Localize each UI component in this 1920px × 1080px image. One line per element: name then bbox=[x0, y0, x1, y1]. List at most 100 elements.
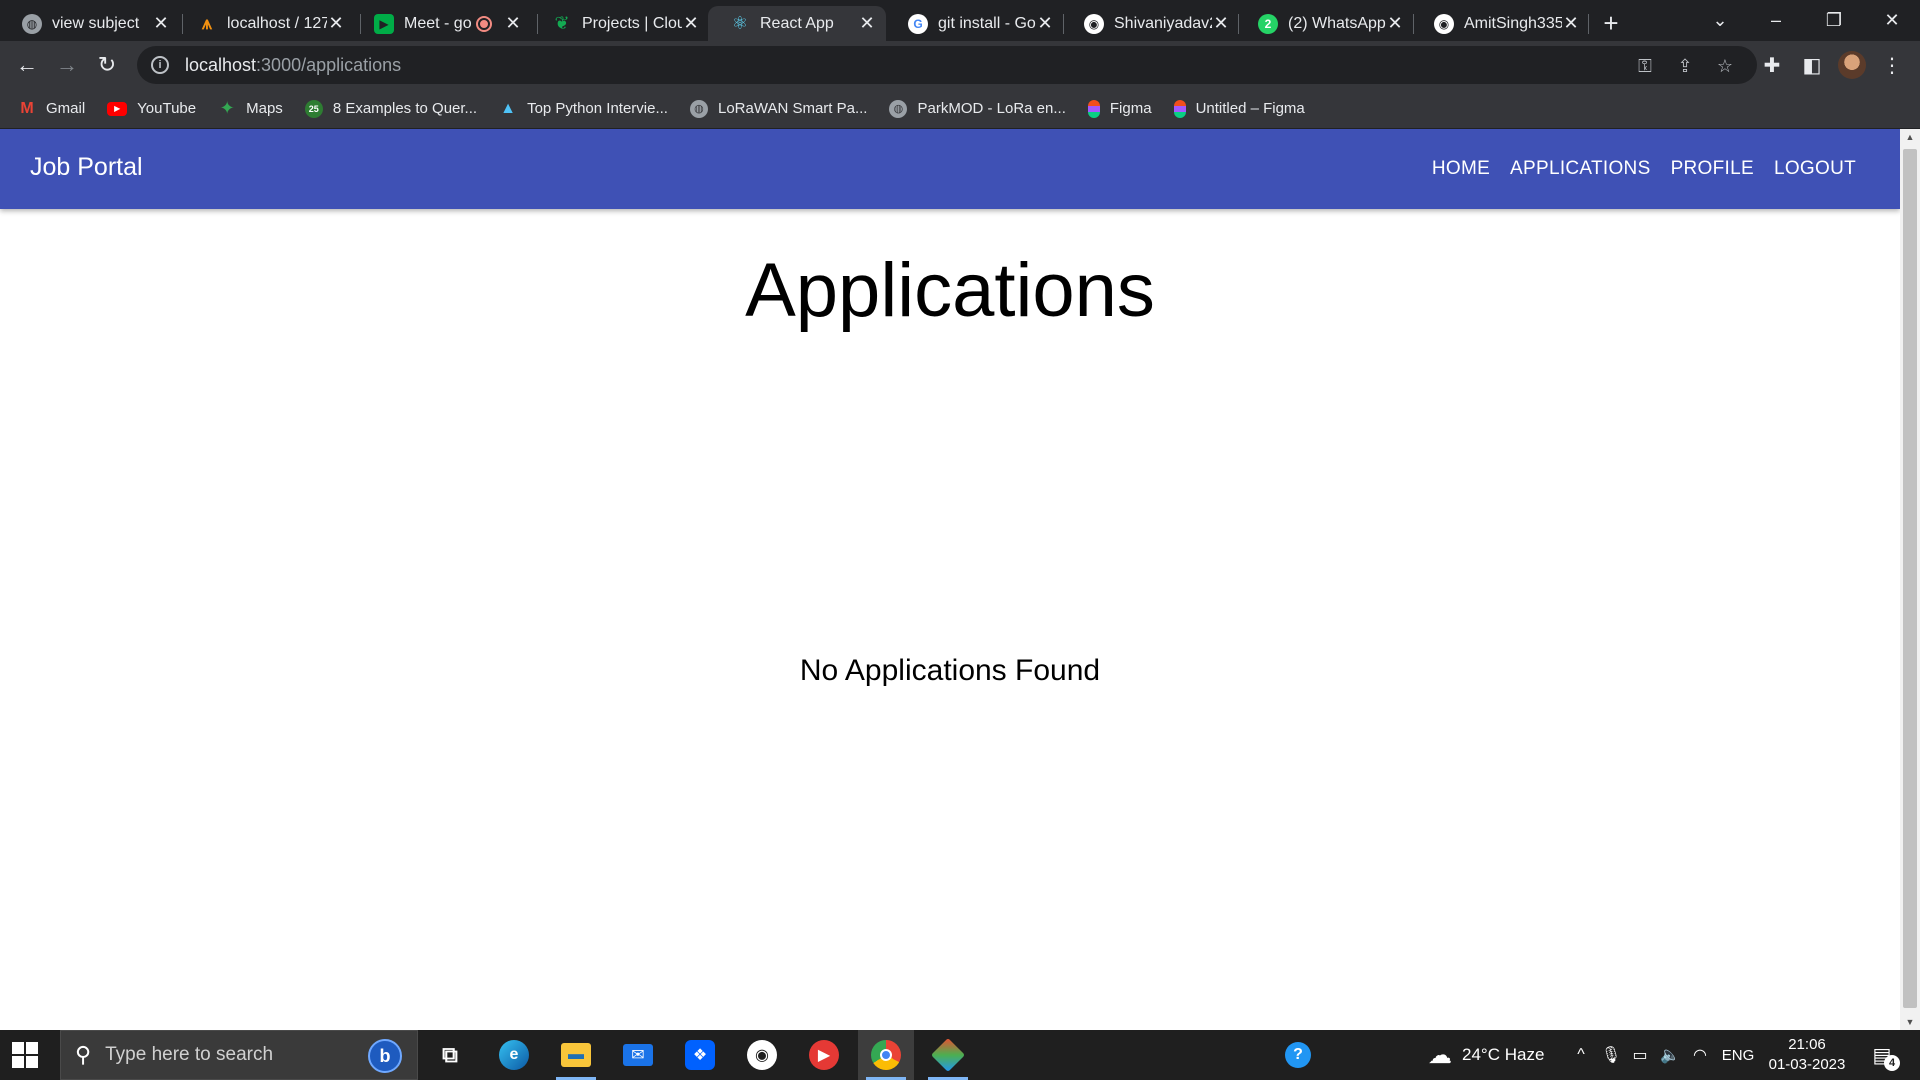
tab-title: localhost / 127 bbox=[227, 14, 327, 32]
browser-tab[interactable]: G git install - Go ✕ bbox=[886, 6, 1064, 41]
tab-title: git install - Go bbox=[938, 14, 1036, 32]
close-icon[interactable]: ✕ bbox=[504, 13, 522, 34]
browser-tab[interactable]: ◍ view subject ✕ bbox=[0, 6, 180, 41]
site-info-icon[interactable]: i bbox=[151, 56, 169, 74]
bookmark-label: Gmail bbox=[46, 100, 86, 117]
bookmark-gmail[interactable]: M Gmail bbox=[18, 100, 85, 118]
close-icon[interactable]: ✕ bbox=[1036, 13, 1054, 34]
reload-button[interactable]: ↻ bbox=[91, 49, 123, 81]
browser-tab-active[interactable]: ⚛ React App ✕ bbox=[708, 6, 886, 41]
help-icon[interactable]: ? bbox=[1278, 1030, 1318, 1080]
bookmark-label: Figma bbox=[1109, 100, 1152, 117]
close-icon[interactable]: ✕ bbox=[682, 13, 700, 34]
tab-title: (2) WhatsApp bbox=[1288, 14, 1386, 32]
taskbar-git[interactable] bbox=[920, 1030, 976, 1080]
profile-avatar[interactable] bbox=[1838, 51, 1866, 79]
weather-text[interactable]: 24°C Haze bbox=[1462, 1030, 1562, 1080]
taskbar-mail[interactable]: ✉ bbox=[610, 1030, 666, 1080]
microphone-icon[interactable]: 🎙 bbox=[1598, 1030, 1624, 1080]
close-icon[interactable]: ✕ bbox=[1562, 13, 1580, 34]
chevron-up-icon[interactable]: ^ bbox=[1568, 1030, 1594, 1080]
side-panel-icon[interactable]: ◧ bbox=[1796, 49, 1828, 81]
taskbar-github-desktop[interactable]: ◉ bbox=[734, 1030, 790, 1080]
windows-start-icon[interactable] bbox=[12, 1042, 38, 1068]
nav-applications-button[interactable]: APPLICATIONS bbox=[1500, 158, 1661, 180]
language-indicator[interactable]: ENG bbox=[1718, 1030, 1758, 1080]
notifications-icon[interactable]: ▤ 4 bbox=[1868, 1041, 1900, 1071]
tab-title: Projects | Clou bbox=[582, 14, 682, 32]
bing-icon[interactable]: b bbox=[368, 1039, 402, 1073]
extensions-icon[interactable]: ✚ bbox=[1756, 49, 1788, 81]
nav-logout-button[interactable]: LOGOUT bbox=[1764, 158, 1866, 180]
search-icon: ⚲ bbox=[75, 1042, 92, 1067]
browser-tab[interactable]: ◉ Shivaniyadav2 ✕ bbox=[1062, 6, 1240, 41]
taskbar-file-explorer[interactable]: ▬ bbox=[548, 1030, 604, 1080]
tab-title: Shivaniyadav2 bbox=[1114, 14, 1212, 32]
star-icon[interactable]: ☆ bbox=[1713, 54, 1737, 78]
edge-icon: e bbox=[499, 1040, 529, 1070]
bookmark-label: 8 Examples to Quer... bbox=[332, 100, 478, 117]
nav-profile-button[interactable]: PROFILE bbox=[1661, 158, 1764, 180]
window-close-button[interactable]: ✕ bbox=[1864, 0, 1920, 41]
battery-icon[interactable]: ▭ bbox=[1626, 1030, 1654, 1080]
bookmark-youtube[interactable]: ▶ YouTube bbox=[107, 100, 196, 117]
bookmark-untitled-figma[interactable]: Untitled – Figma bbox=[1173, 99, 1305, 118]
taskbar-search-box[interactable]: ⚲ Type here to search bbox=[60, 1030, 418, 1080]
forward-button[interactable]: → bbox=[51, 49, 83, 81]
browser-tab[interactable]: ◉ AmitSingh335 ✕ bbox=[1412, 6, 1590, 41]
back-button[interactable]: ← bbox=[11, 49, 43, 81]
new-tab-button[interactable]: + bbox=[1596, 8, 1626, 38]
address-bar[interactable]: i localhost:3000/applications ⚿ ⇪ ☆ bbox=[137, 46, 1757, 84]
volume-icon[interactable]: 🔈 bbox=[1656, 1030, 1684, 1080]
bookmark-parkmod[interactable]: ◍ ParkMOD - LoRa en... bbox=[889, 99, 1066, 118]
key-icon[interactable]: ⚿ bbox=[1633, 54, 1657, 78]
scroll-down-arrow-icon[interactable]: ▼ bbox=[1900, 1014, 1920, 1030]
bookmark-sql-examples[interactable]: 25 8 Examples to Quer... bbox=[304, 99, 478, 118]
empty-state-message: No Applications Found bbox=[799, 654, 1101, 687]
tab-search-chevron-icon[interactable]: ⌄ bbox=[1692, 0, 1748, 41]
brand-title: Job Portal bbox=[30, 153, 143, 181]
tab-title: React App bbox=[760, 14, 834, 32]
bookmark-figma[interactable]: Figma bbox=[1087, 99, 1152, 118]
youtube-icon: ▶ bbox=[107, 101, 128, 116]
system-clock[interactable]: 21:06 01-03-2023 bbox=[1764, 1035, 1850, 1075]
share-icon[interactable]: ⇪ bbox=[1673, 54, 1697, 78]
scroll-up-arrow-icon[interactable]: ▲ bbox=[1900, 129, 1920, 145]
task-view-button[interactable]: ⧉ bbox=[422, 1030, 478, 1080]
bookmark-label: Maps bbox=[246, 100, 283, 117]
bookmark-lorawan[interactable]: ◍ LoRaWAN Smart Pa... bbox=[689, 99, 867, 118]
taskbar-chrome[interactable] bbox=[858, 1030, 914, 1080]
page-scrollbar[interactable]: ▲ ▼ bbox=[1900, 129, 1920, 1030]
taskbar-media-player[interactable]: ▶ bbox=[796, 1030, 852, 1080]
play-icon: ▶ bbox=[809, 1040, 839, 1070]
figma-icon bbox=[1173, 99, 1186, 118]
minimize-button[interactable]: – bbox=[1748, 0, 1804, 41]
maps-icon: ✦ bbox=[219, 98, 235, 118]
tab-title: view subject bbox=[52, 14, 140, 32]
meet-icon: ▶ bbox=[374, 13, 394, 34]
restore-button[interactable]: ❐ bbox=[1806, 0, 1862, 41]
close-icon[interactable]: ✕ bbox=[1386, 13, 1404, 34]
browser-tab[interactable]: ❦ Projects | Clou ✕ bbox=[530, 6, 710, 41]
menu-kebab-icon[interactable]: ⋮ bbox=[1876, 49, 1908, 81]
task-view-icon: ⧉ bbox=[442, 1042, 458, 1067]
wifi-icon[interactable]: ◠ bbox=[1686, 1030, 1714, 1080]
browser-tab[interactable]: ▶ Meet - go ✕ bbox=[352, 6, 532, 41]
taskbar-edge[interactable]: e bbox=[486, 1030, 542, 1080]
mongodb-leaf-icon: ❦ bbox=[554, 13, 570, 33]
bookmarks-bar: M Gmail ▶ YouTube ✦ Maps 25 8 Examples t… bbox=[0, 89, 1920, 129]
browser-tab[interactable]: ⩚ localhost / 127 ✕ bbox=[175, 6, 355, 41]
close-icon[interactable]: ✕ bbox=[1212, 13, 1230, 34]
close-icon[interactable]: ✕ bbox=[327, 13, 345, 34]
scrollbar-thumb[interactable] bbox=[1903, 149, 1917, 1008]
clock-date: 01-03-2023 bbox=[1768, 1056, 1846, 1073]
nav-home-button[interactable]: HOME bbox=[1422, 158, 1500, 180]
bookmark-python-interview[interactable]: ▲ Top Python Intervie... bbox=[499, 100, 668, 118]
bookmark-label: ParkMOD - LoRa en... bbox=[917, 100, 1066, 117]
close-icon[interactable]: ✕ bbox=[152, 13, 170, 34]
close-icon[interactable]: ✕ bbox=[858, 13, 876, 34]
globe-icon: ◍ bbox=[689, 99, 708, 118]
bookmark-maps[interactable]: ✦ Maps bbox=[218, 98, 283, 118]
browser-tab[interactable]: 2 (2) WhatsApp ✕ bbox=[1236, 6, 1414, 41]
taskbar-dropbox[interactable]: ❖ bbox=[672, 1030, 728, 1080]
